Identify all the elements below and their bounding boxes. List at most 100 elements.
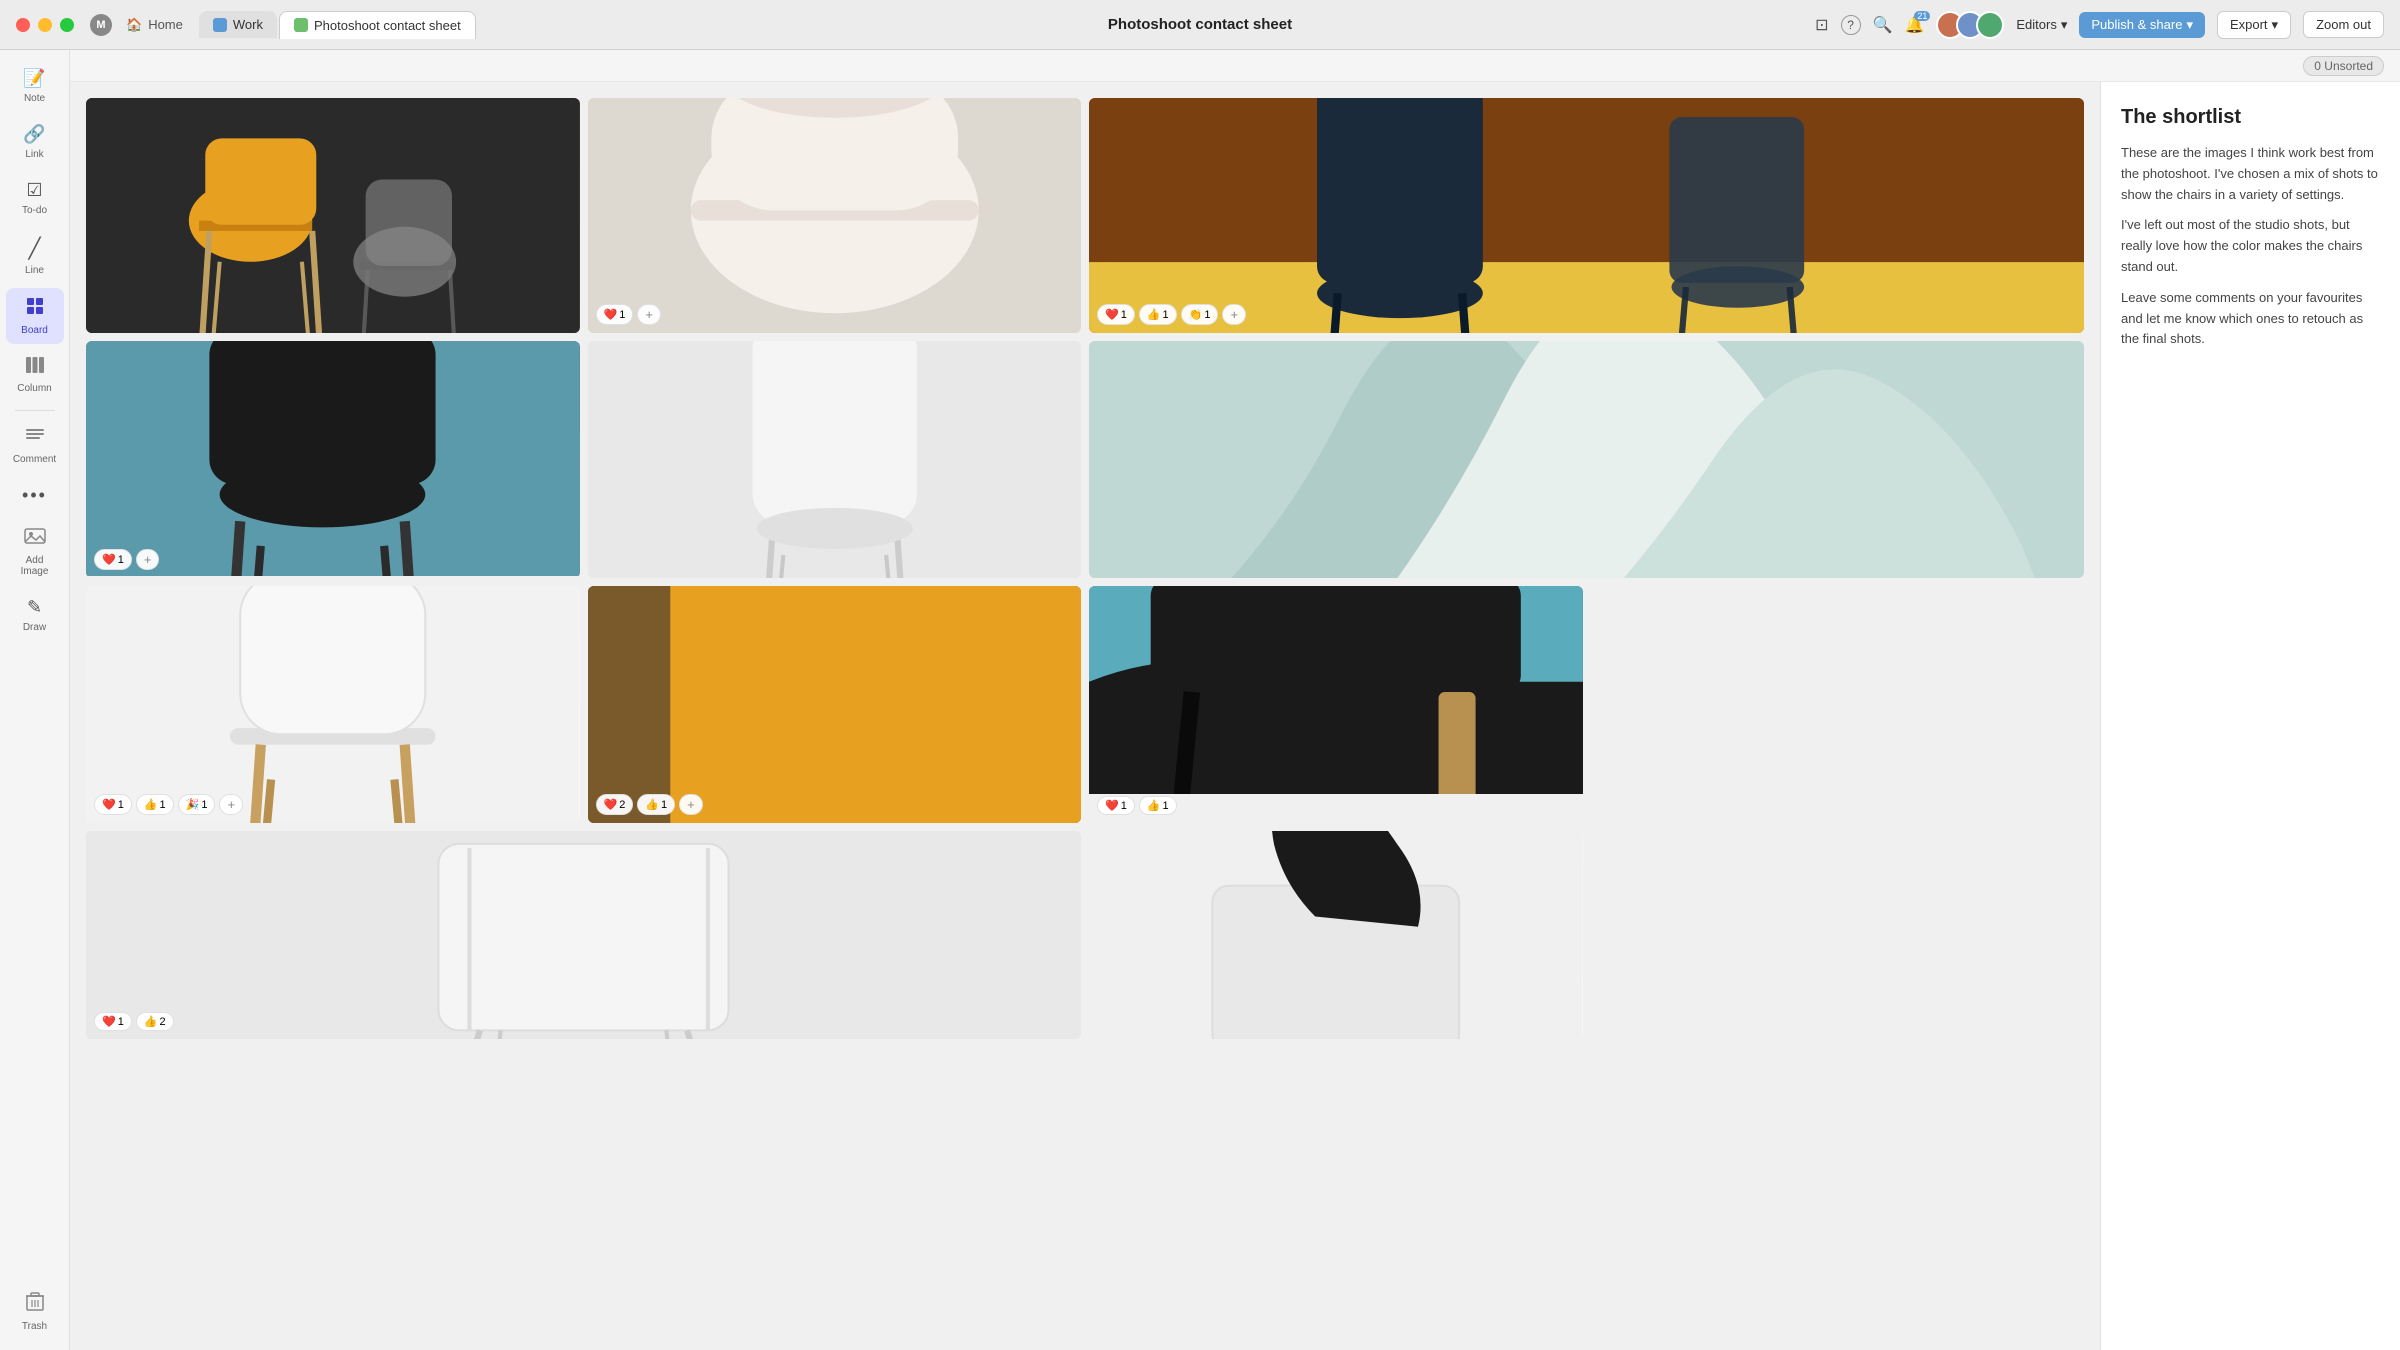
reaction-bar-10: ❤️ 1 👍 2 (94, 1012, 174, 1031)
image-card-5[interactable] (588, 341, 1082, 578)
reaction-heart-3[interactable]: ❤️ 1 (1097, 304, 1135, 325)
reaction-thumb-8[interactable]: 👍 1 (637, 794, 675, 815)
minimize-button[interactable] (38, 18, 52, 32)
reaction-add-2[interactable]: + (637, 304, 661, 325)
sidebar-item-todo[interactable]: ☑ To-do (6, 172, 64, 224)
notification-badge: 21 (1914, 11, 1930, 21)
reaction-add-4[interactable]: + (136, 549, 160, 570)
sidebar: 📝 Note 🔗 Link ☑ To-do ╱ Line Board Colum… (0, 50, 70, 1350)
image-card-7[interactable]: ❤️ 1 👍 1 🎉 1 + (86, 586, 580, 823)
tab-home[interactable]: 🏠 Home (112, 11, 197, 39)
reaction-heart-7[interactable]: ❤️ 1 (94, 794, 132, 815)
maximize-button[interactable] (60, 18, 74, 32)
work-tab-icon (213, 18, 227, 32)
reaction-heart-8[interactable]: ❤️ 2 (596, 794, 634, 815)
sidebar-item-more[interactable]: ••• (6, 477, 64, 514)
reaction-bar-8: ❤️ 2 👍 1 + (596, 794, 703, 815)
image-placeholder-2 (588, 98, 1082, 333)
reaction-add-7[interactable]: + (219, 794, 243, 815)
image-card-11[interactable] (1089, 831, 1583, 1039)
reaction-thumb-9[interactable]: 👍 1 (1139, 796, 1177, 815)
image-placeholder-4 (86, 341, 580, 576)
sidebar-item-note-label: Note (24, 93, 45, 104)
reaction-bar-7: ❤️ 1 👍 1 🎉 1 + (94, 794, 243, 815)
publish-chevron-icon: ▾ (2186, 17, 2193, 33)
note-para-3: Leave some comments on your favourites a… (2121, 288, 2380, 350)
image-card-6[interactable] (1089, 341, 2084, 578)
sidebar-item-line-label: Line (25, 265, 44, 276)
photoshoot-tab-icon (294, 18, 308, 32)
tab-work[interactable]: Work (199, 11, 277, 38)
titlebar-actions: ⊡ ? 🔍 🔔 21 Editors ▾ Publish & share ▾ E… (1815, 11, 2384, 39)
image-placeholder-9 (1089, 586, 1583, 794)
note-title: The shortlist (2121, 106, 2380, 129)
notifications-icon[interactable]: 🔔 21 (1904, 15, 1924, 35)
sidebar-item-draw[interactable]: ✎ Draw (6, 589, 64, 641)
sidebar-item-comment[interactable]: Comment (6, 419, 64, 473)
image-card-3[interactable]: ❤️ 1 👍 1 👏 1 + (1089, 98, 2084, 333)
sidebar-item-link[interactable]: 🔗 Link (6, 116, 64, 168)
image-card-2[interactable]: ❤️ 1 + (588, 98, 1082, 333)
app-body: 📝 Note 🔗 Link ☑ To-do ╱ Line Board Colum… (0, 50, 2400, 1350)
sidebar-item-column-label: Column (17, 383, 51, 394)
sidebar-item-board-label: Board (21, 325, 48, 336)
content-area: 0 Unsorted (70, 50, 2400, 1350)
close-button[interactable] (16, 18, 30, 32)
unsorted-bar: 0 Unsorted (70, 50, 2400, 82)
draw-icon: ✎ (27, 597, 42, 618)
addimage-icon (24, 526, 46, 551)
image-card-1[interactable] (86, 98, 580, 333)
sidebar-item-column[interactable]: Column (6, 348, 64, 402)
column-icon (25, 356, 45, 379)
image-card-9[interactable]: ❤️ 1 👍 1 (1089, 586, 1583, 823)
image-card-10[interactable]: ❤️ 1 👍 2 (86, 831, 1081, 1039)
publish-share-button[interactable]: Publish & share ▾ (2079, 12, 2205, 38)
tab-bar: 🏠 Home Work Photoshoot contact sheet (112, 11, 476, 39)
sidebar-item-addimage[interactable]: Add Image (6, 518, 64, 585)
reaction-thumb-7[interactable]: 👍 1 (136, 794, 174, 815)
tab-photoshoot[interactable]: Photoshoot contact sheet (279, 11, 476, 39)
todo-icon: ☑ (26, 180, 42, 201)
reaction-bar-2: ❤️ 1 + (596, 304, 661, 325)
board-icon (25, 296, 45, 321)
help-icon[interactable]: ? (1841, 15, 1861, 35)
reaction-heart-2[interactable]: ❤️ 1 (596, 304, 634, 325)
sidebar-item-comment-label: Comment (13, 454, 56, 465)
sidebar-item-trash[interactable]: Trash (6, 1284, 64, 1340)
titlebar: M 🏠 Home Work Photoshoot contact sheet P… (0, 0, 2400, 50)
avatar-3 (1976, 11, 2004, 39)
sidebar-item-draw-label: Draw (23, 622, 46, 633)
search-icon[interactable]: 🔍 (1873, 15, 1893, 35)
device-icon[interactable]: ⊡ (1815, 15, 1828, 35)
tab-home-label: Home (148, 17, 183, 32)
sidebar-item-board[interactable]: Board (6, 288, 64, 344)
reaction-thumb-3[interactable]: 👍 1 (1139, 304, 1177, 325)
reaction-party-7[interactable]: 🎉 1 (178, 794, 216, 815)
image-card-4[interactable]: ❤️ 1 + (86, 341, 580, 578)
reaction-add-3[interactable]: + (1222, 304, 1246, 325)
comment-icon (25, 427, 45, 450)
reaction-heart-9[interactable]: ❤️ 1 (1097, 796, 1135, 815)
image-card-8[interactable]: ❤️ 2 👍 1 + (588, 586, 1082, 823)
reaction-heart-4[interactable]: ❤️ 1 (94, 549, 132, 570)
reaction-bar-3: ❤️ 1 👍 1 👏 1 + (1097, 304, 1246, 325)
note-icon: 📝 (23, 68, 45, 89)
reaction-add-8[interactable]: + (679, 794, 703, 815)
reaction-bar-4: ❤️ 1 + (94, 549, 159, 570)
tab-work-label: Work (233, 17, 263, 32)
image-placeholder-3 (1089, 98, 2084, 333)
unsorted-badge: 0 Unsorted (2303, 56, 2384, 76)
reaction-clap-3[interactable]: 👏 1 (1181, 304, 1219, 325)
page-title: Photoshoot contact sheet (1108, 16, 1292, 33)
sidebar-item-note[interactable]: 📝 Note (6, 60, 64, 112)
avatar-group (1936, 11, 2004, 39)
sidebar-divider (15, 410, 55, 411)
reaction-heart-10[interactable]: ❤️ 1 (94, 1012, 132, 1031)
export-button[interactable]: Export ▾ (2217, 11, 2291, 39)
sidebar-item-link-label: Link (25, 149, 43, 160)
sidebar-item-line[interactable]: ╱ Line (6, 228, 64, 284)
zoom-out-button[interactable]: Zoom out (2303, 11, 2384, 38)
editors-button[interactable]: Editors ▾ (2016, 17, 2067, 33)
image-grid-panel: ❤️ 1 + (70, 82, 2100, 1350)
reaction-thumb-10[interactable]: 👍 2 (136, 1012, 174, 1031)
